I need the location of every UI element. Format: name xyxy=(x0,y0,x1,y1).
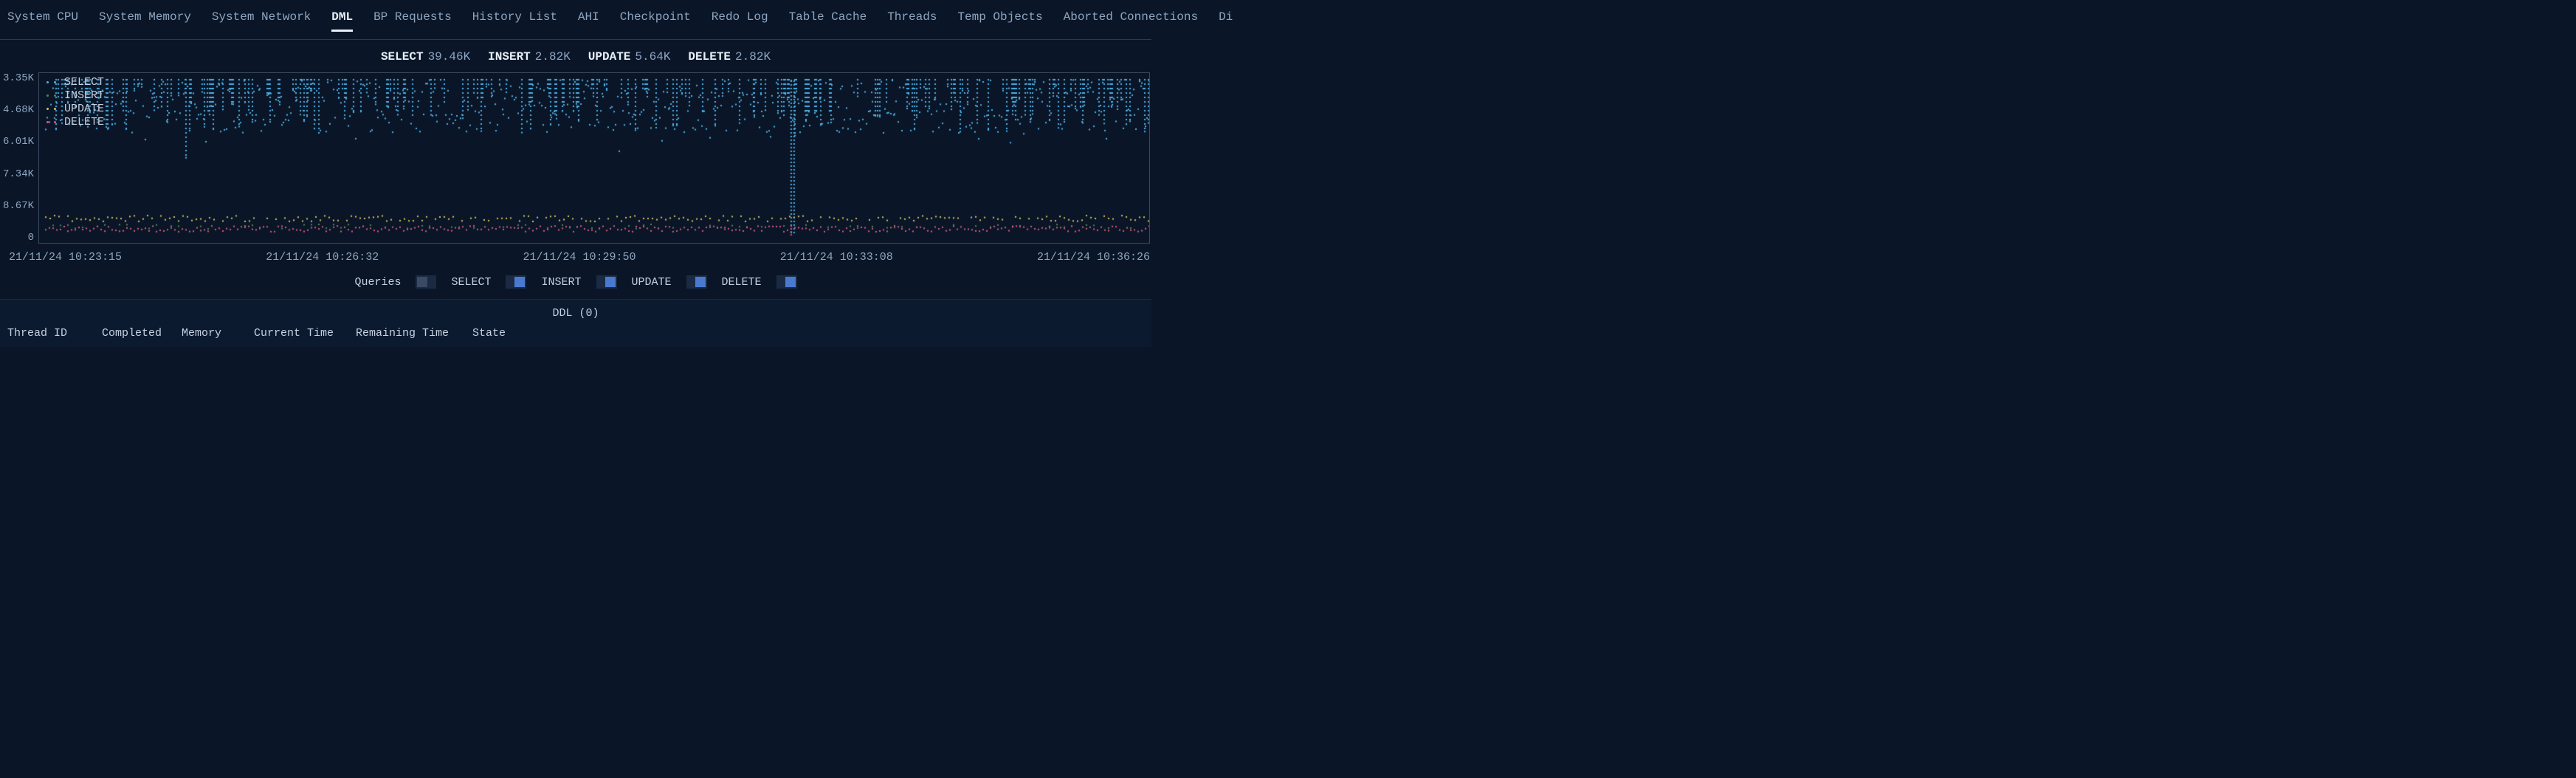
legend-swatch xyxy=(45,80,60,86)
tab-system-memory[interactable]: System Memory xyxy=(99,10,191,32)
ddl-header-current-time: Current Time xyxy=(254,327,335,340)
tab-ahi[interactable]: AHI xyxy=(578,10,599,32)
toggle-delete[interactable] xyxy=(776,275,797,289)
toggle-label-update: UPDATE xyxy=(632,276,672,289)
stat-delete: DELETE2.82K xyxy=(688,50,771,63)
legend-swatch xyxy=(45,106,60,112)
ddl-header-state: State xyxy=(472,327,517,340)
y-tick: 8.67K xyxy=(1,200,34,212)
legend-swatch xyxy=(45,93,60,99)
toggle-label-queries: Queries xyxy=(354,276,401,289)
toggle-label-insert: INSERT xyxy=(541,276,581,289)
chart-plot-area[interactable]: SELECTINSERTUPDATEDELETE xyxy=(38,72,1150,244)
x-axis: 21/11/24 10:23:1521/11/24 10:26:3221/11/… xyxy=(38,244,1150,268)
legend-label: SELECT xyxy=(64,76,104,89)
legend-item-update: UPDATE xyxy=(45,103,104,116)
tab-bar: System CPU System Memory System Network DML… xyxy=(0,0,1151,40)
chart-legend: SELECTINSERTUPDATEDELETE xyxy=(45,76,104,129)
tab-redo-log[interactable]: Redo Log xyxy=(712,10,768,32)
legend-swatch xyxy=(45,120,60,125)
x-tick: 21/11/24 10:36:26 xyxy=(1037,251,1150,264)
tab-checkpoint[interactable]: Checkpoint xyxy=(620,10,691,32)
legend-label: UPDATE xyxy=(64,103,104,116)
legend-label: DELETE xyxy=(64,116,104,129)
dml-chart: 3.35K 4.68K 6.01K 7.34K 8.67K 0 SELECTINSERTU… xyxy=(1,72,1150,268)
y-tick: 0 xyxy=(1,232,34,244)
x-tick: 21/11/24 10:23:15 xyxy=(9,251,122,264)
x-tick: 21/11/24 10:29:50 xyxy=(523,251,636,264)
tab-di[interactable]: Di xyxy=(1219,10,1233,32)
plot-canvas xyxy=(39,73,1150,244)
ddl-panel: DDL (0) Thread ID Completed Memory Current … xyxy=(0,299,1151,347)
tab-threads[interactable]: Threads xyxy=(887,10,937,32)
toggle-select[interactable] xyxy=(506,275,526,289)
stat-update: UPDATE5.64K xyxy=(588,50,671,63)
toggle-label-select: SELECT xyxy=(451,276,491,289)
ddl-header-completed: Completed xyxy=(102,327,161,340)
stats-row: SELECT39.46K INSERT2.82K UPDATE5.64K DELETE… xyxy=(0,40,1151,69)
ddl-header-thread-id: Thread ID xyxy=(7,327,81,340)
stat-insert: INSERT2.82K xyxy=(488,50,571,63)
legend-item-insert: INSERT xyxy=(45,89,104,103)
tab-aborted-connections[interactable]: Aborted Connections xyxy=(1064,10,1198,32)
ddl-title: DDL (0) xyxy=(0,307,1151,327)
y-tick: 4.68K xyxy=(1,104,34,116)
series-toggles: Queries SELECT INSERT UPDATE DELETE xyxy=(0,268,1151,299)
x-tick: 21/11/24 10:33:08 xyxy=(780,251,893,264)
y-axis: 3.35K 4.68K 6.01K 7.34K 8.67K 0 xyxy=(1,72,37,244)
toggle-update[interactable] xyxy=(686,275,707,289)
legend-item-select: SELECT xyxy=(45,76,104,89)
y-tick: 3.35K xyxy=(1,72,34,84)
legend-label: INSERT xyxy=(64,89,104,103)
tab-system-network[interactable]: System Network xyxy=(212,10,311,32)
legend-item-delete: DELETE xyxy=(45,116,104,129)
toggle-insert[interactable] xyxy=(596,275,617,289)
ddl-header-remaining-time: Remaining Time xyxy=(356,327,452,340)
tab-history-list[interactable]: History List xyxy=(472,10,557,32)
tab-temp-objects[interactable]: Temp Objects xyxy=(957,10,1042,32)
stat-select: SELECT39.46K xyxy=(381,50,470,63)
tab-dml[interactable]: DML xyxy=(331,10,353,32)
y-tick: 6.01K xyxy=(1,136,34,148)
tab-bp-requests[interactable]: BP Requests xyxy=(373,10,452,32)
toggle-label-delete: DELETE xyxy=(722,276,762,289)
x-tick: 21/11/24 10:26:32 xyxy=(266,251,379,264)
toggle-queries[interactable] xyxy=(416,275,436,289)
tab-table-cache[interactable]: Table Cache xyxy=(789,10,867,32)
ddl-table-headers: Thread ID Completed Memory Current Time Rema… xyxy=(0,327,1151,347)
tab-system-cpu[interactable]: System CPU xyxy=(7,10,78,32)
ddl-header-memory: Memory xyxy=(182,327,233,340)
y-tick: 7.34K xyxy=(1,168,34,180)
